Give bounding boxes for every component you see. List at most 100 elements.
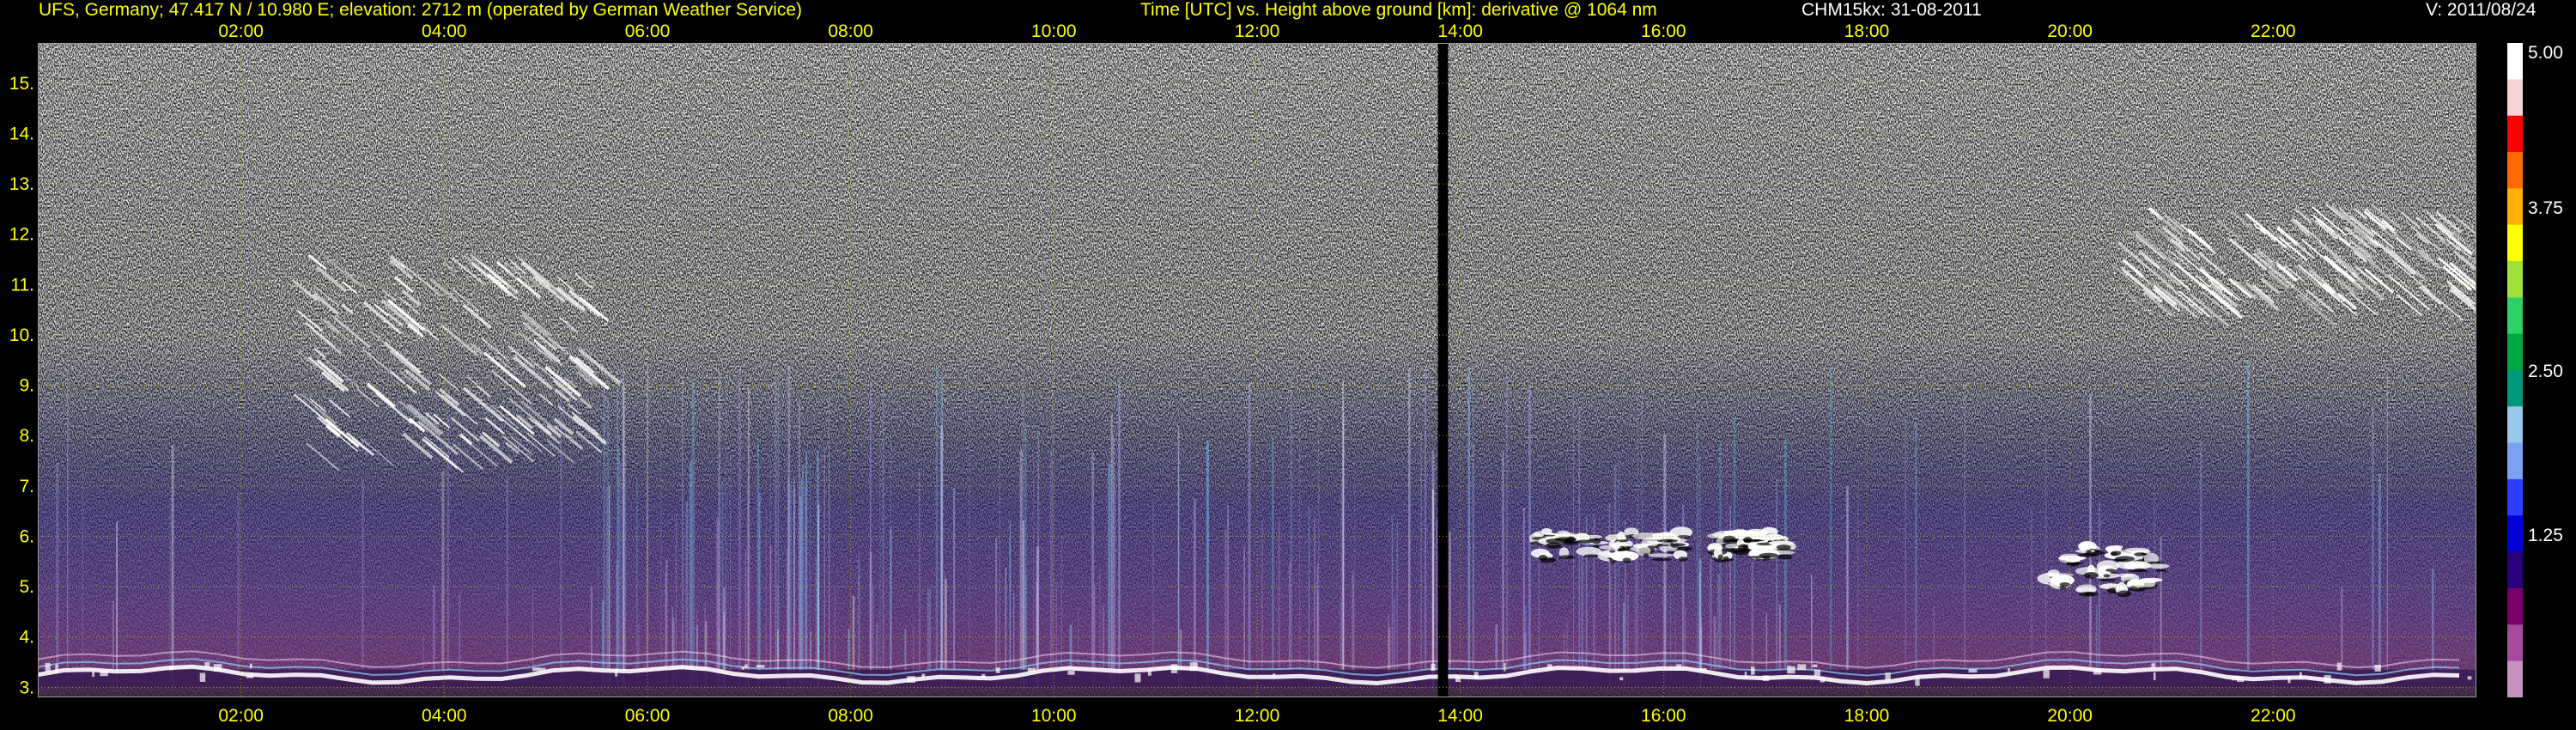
- header-instrument-text: CHM15kx: 31-08-2011: [1801, 0, 1982, 20]
- signal-streak: [757, 437, 759, 688]
- colorbar-segment: [2507, 152, 2523, 189]
- x-tick-label-top: 02:00: [218, 21, 264, 41]
- signal-streak: [1206, 441, 1209, 688]
- signal-streak: [738, 368, 741, 688]
- signal-streak: [1719, 441, 1722, 688]
- signal-streak: [1354, 462, 1356, 688]
- signal-streak: [2386, 370, 2388, 688]
- y-tick-label: 9.: [19, 376, 34, 396]
- x-tick-label-top: 16:00: [1641, 21, 1686, 41]
- signal-streak: [1431, 489, 1435, 688]
- signal-streak: [617, 447, 620, 688]
- signal-streak: [969, 364, 970, 688]
- signal-streak: [1964, 381, 1966, 688]
- x-tick-label-bottom: 18:00: [1844, 706, 1890, 726]
- signal-streak: [725, 380, 727, 688]
- colorbar-tick-label: 3.75: [2528, 198, 2563, 218]
- y-tick-label: 4.: [19, 628, 34, 648]
- signal-streak: [169, 497, 171, 688]
- colorbar-segment: [2507, 660, 2523, 697]
- colorbar-segment: [2507, 406, 2523, 444]
- signal-streak: [999, 421, 1000, 688]
- signal-streak: [1609, 559, 1612, 688]
- signal-streak: [718, 371, 721, 688]
- signal-streak: [935, 368, 939, 688]
- signal-streak: [690, 461, 692, 688]
- x-tick-label-top: 20:00: [2047, 21, 2093, 41]
- signal-streak: [682, 375, 683, 688]
- signal-streak: [1710, 558, 1712, 688]
- signal-streak: [56, 462, 59, 688]
- colorbar-segment: [2507, 624, 2523, 662]
- signal-streak: [1091, 451, 1095, 688]
- signal-streak: [758, 493, 761, 688]
- signal-streak: [995, 538, 998, 688]
- signal-streak: [675, 514, 677, 688]
- colorbar-segment: [2507, 551, 2523, 589]
- y-tick-label: 5.: [19, 577, 34, 597]
- signal-streak: [1538, 538, 1540, 688]
- signal-streak: [2089, 394, 2092, 688]
- x-tick-label-top: 06:00: [625, 21, 671, 41]
- signal-streak: [606, 396, 610, 688]
- signal-streak: [809, 462, 811, 688]
- x-tick-label-top: 12:00: [1235, 21, 1280, 41]
- y-tick-label: 14.: [9, 125, 34, 144]
- y-tick-label: 7.: [19, 477, 34, 496]
- signal-streak: [1613, 465, 1617, 688]
- signal-streak: [870, 383, 872, 688]
- signal-streak: [890, 528, 892, 688]
- signal-streak: [793, 475, 795, 688]
- signal-streak: [2099, 502, 2100, 688]
- y-tick-label: 10.: [9, 325, 34, 345]
- y-tick-label: 11.: [10, 275, 34, 295]
- colorbar-labels: 5.00 3.75 2.50 1.25: [2528, 43, 2576, 697]
- signal-streak: [2199, 440, 2202, 688]
- signal-streak: [1278, 520, 1280, 688]
- signal-streak: [506, 476, 508, 688]
- signal-streak: [787, 365, 791, 688]
- signal-streak: [1152, 498, 1154, 688]
- colorbar-segment: [2507, 370, 2523, 407]
- y-tick-label: 6.: [19, 526, 34, 546]
- signal-streak: [1663, 435, 1667, 688]
- x-tick-label-top: 10:00: [1031, 21, 1077, 41]
- signal-streak: [1317, 393, 1320, 688]
- x-tick-label-bottom: 22:00: [2251, 706, 2296, 726]
- x-tick-label-bottom: 02:00: [218, 706, 264, 726]
- colorbar-segment: [2507, 333, 2523, 371]
- signal-streak: [1299, 404, 1301, 688]
- colorbar-tick-label: 2.50: [2528, 362, 2563, 381]
- signal-streak: [769, 545, 772, 688]
- signal-streak: [775, 369, 777, 688]
- signal-streak: [882, 389, 884, 688]
- signal-streak: [691, 378, 695, 688]
- signal-streak: [646, 365, 649, 688]
- signal-streak: [620, 462, 622, 688]
- signal-streak: [2247, 362, 2250, 688]
- signal-streak: [823, 447, 825, 688]
- signal-streak: [1522, 508, 1525, 688]
- colorbar-segment: [2507, 479, 2523, 516]
- signal-streak: [1473, 444, 1474, 688]
- signal-streak: [1449, 532, 1451, 688]
- colorbar-segment: [2507, 79, 2523, 117]
- signal-streak: [1467, 366, 1471, 688]
- lidar-plot-area: [38, 43, 2476, 697]
- x-tick-label-bottom: 12:00: [1235, 706, 1280, 726]
- signal-streak: [1243, 546, 1245, 688]
- colorbar-tick-label: 1.25: [2528, 525, 2563, 545]
- signal-streak: [1108, 462, 1111, 688]
- signal-streak: [746, 484, 748, 688]
- signal-streak: [623, 364, 624, 688]
- signal-streak: [1227, 504, 1229, 688]
- colorbar-segment: [2507, 224, 2523, 262]
- signal-streak: [1272, 438, 1274, 688]
- signal-streak: [1578, 406, 1580, 688]
- data-gap-bar: [1437, 43, 1449, 697]
- signal-streak: [1396, 523, 1398, 688]
- signal-streak: [624, 445, 627, 688]
- signal-streak: [1342, 413, 1345, 688]
- signal-streak: [2160, 536, 2162, 688]
- signal-streak: [1019, 449, 1023, 688]
